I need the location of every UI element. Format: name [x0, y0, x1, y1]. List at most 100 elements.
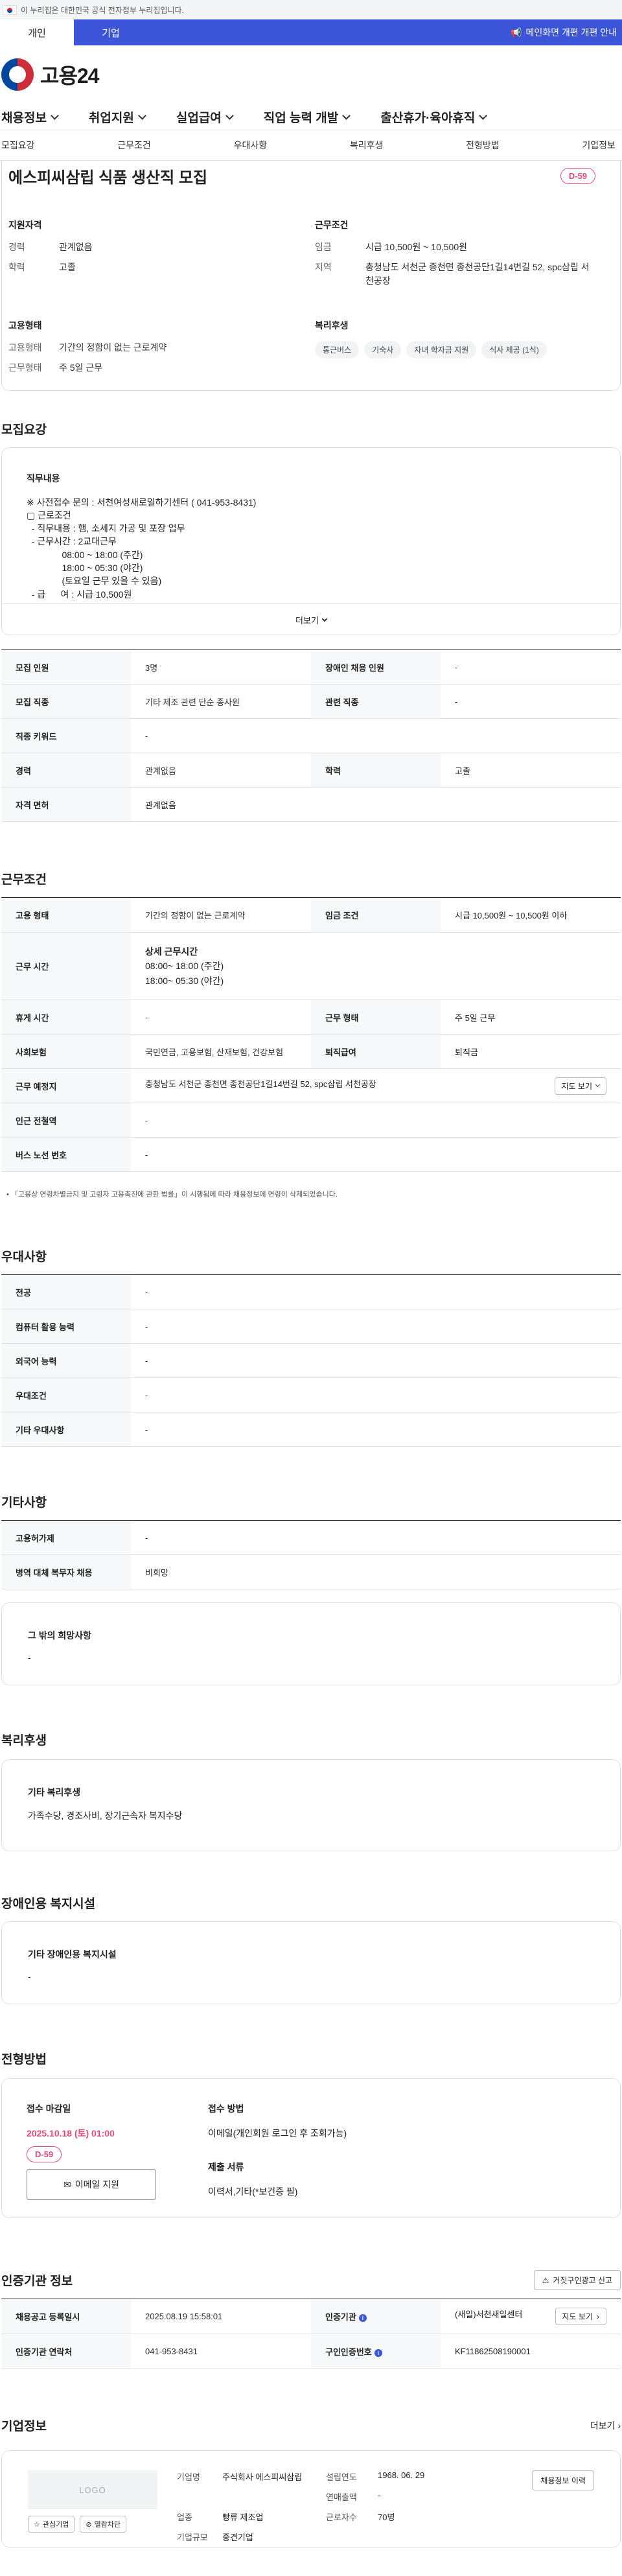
welfare-chip: 식사 제공 (1식)	[481, 341, 547, 358]
star-icon: ☆	[34, 2520, 40, 2529]
cert-header: 인증기관 정보 ⚠ 거짓구인광고 신고	[1, 2270, 621, 2290]
info-icon[interactable]: i	[374, 2349, 382, 2357]
conditions-table: 고용 형태 기간의 정함이 없는 근로계약 임금 조건 시급 10,500원 ~ 1…	[1, 897, 621, 1172]
chevron-down-icon	[342, 111, 351, 120]
table-row: 모집 직종 기타 제조 관련 단순 종사원 관련 직종 -	[1, 684, 621, 719]
chevron-right-icon: ›	[617, 2420, 621, 2431]
company-info-grid: 기업명 주식회사 에스피씨삼립 설립연도 1968. 06. 29 연매출액 -…	[177, 2470, 425, 2542]
anchor-tab-company[interactable]: 기업정보	[581, 139, 617, 152]
table-row: 모집 인원 3명 장애인 채용 인원 -	[1, 650, 621, 685]
chevron-down-icon	[479, 111, 488, 120]
renewal-notice-link[interactable]: 📢 메인화면 개편 개편 안내	[511, 19, 622, 45]
dday-badge: D-59	[27, 2146, 62, 2162]
email-apply-button[interactable]: ✉ 이메일 지원	[27, 2169, 156, 2200]
job-description-box: 직무내용 ※ 사전접수 문의 : 서천여성새로일하기센터 ( 041-953-8…	[1, 447, 621, 635]
chevron-right-icon: ›	[597, 2312, 599, 2321]
chevron-down-icon	[595, 1082, 601, 1087]
table-row: 직종 키워드 -	[1, 718, 621, 753]
etc-table: 고용허가제 - 병역 대체 복무자 채용 비희망	[1, 1520, 621, 1589]
main-navigation: 채용정보 취업지원 실업급여 직업 능력 개발 출산휴가·육아휴직	[0, 104, 622, 130]
tab-company[interactable]: 기업	[74, 19, 148, 45]
company-name: 주식회사 에스피씨삼립	[222, 2472, 303, 2482]
table-row: 병역 대체 복무자 채용 비희망	[1, 1554, 621, 1589]
government-emblem-icon	[1, 58, 34, 91]
gnb-item-job-info[interactable]: 채용정보	[1, 108, 59, 126]
map-view-button[interactable]: 지도 보기	[554, 1077, 606, 1095]
table-row: 인근 전철역 -	[1, 1103, 621, 1138]
section-title-etc: 기타사항	[1, 1496, 47, 1510]
welfare-block: 복리후생 통근버스 기숙사 자녀 학자금 지원 식사 제공 (1식)	[315, 319, 595, 381]
section-title-welfare: 복리후생	[1, 1734, 47, 1748]
block-icon: ⊘	[86, 2520, 92, 2529]
logo-text: 고용24	[40, 64, 99, 88]
gnb-item-job-support[interactable]: 취업지원	[89, 108, 146, 126]
table-row: 사회보험 국민연금, 고용보험, 산재보험, 건강보험 퇴직급여 퇴직금	[1, 1034, 621, 1069]
job-summary-card: 에스피씨삼립 식품 생산직 모집 D-59 지원자격 경력 관계없음 학력 고졸 근…	[1, 161, 621, 391]
employment-block: 고용형태 고용형태 기간의 정함이 없는 근로계약 근무형태 주 5일 근무	[8, 319, 289, 381]
recruit-info-table: 모집 인원 3명 장애인 채용 인원 - 모집 직종 기타 제조 관련 단순 종사원 …	[1, 650, 621, 822]
process-box: 접수 마감일 2025.10.18 (토) 01:00 D-59 ✉ 이메일 지…	[1, 2078, 621, 2218]
table-row: 채용공고 등록일시 2025.08.19 15:58:01 인증기관 i (새일)서…	[1, 2299, 621, 2334]
chevron-down-icon	[321, 616, 328, 622]
table-row: 근무 시간 상세 근무시간 08:00~ 18:00 (주간) 18:00~ 0…	[1, 932, 621, 1000]
preference-table: 전공 - 컴퓨터 활용 능력 - 외국어 능력 - 우대조건 - 기타 우대사항 -	[1, 1274, 621, 1447]
report-fake-ad-button[interactable]: ⚠ 거짓구인광고 신고	[533, 2270, 621, 2290]
table-row: 근무 예정지 충청남도 서천군 종천면 종천공단1길14번길 52, spc삼립…	[1, 1068, 621, 1103]
section-title-conditions: 근무조건	[1, 873, 47, 887]
job-history-button[interactable]: 채용정보 이력	[532, 2470, 594, 2490]
tab-personal[interactable]: 개인	[0, 19, 74, 45]
anchor-tab-recruit[interactable]: 모집요강	[0, 139, 36, 152]
company-more-link[interactable]: 더보기 ›	[590, 2419, 621, 2432]
table-row: 휴게 시간 - 근무 형태 주 5일 근무	[1, 1000, 621, 1035]
anchor-tab-conditions[interactable]: 근무조건	[116, 139, 152, 152]
section-title-disabled: 장애인용 복지시설	[1, 1897, 96, 1911]
welfare-chip: 통근버스	[315, 341, 360, 358]
favorite-company-button[interactable]: ☆ 관심기업	[28, 2516, 75, 2533]
gnb-item-parental-leave[interactable]: 출산휴가·육아휴직	[380, 108, 488, 126]
age-discrimination-note: • 「고용상 연령차별금지 및 고령자 고용촉진에 관한 법률」이 시행됨에 따…	[6, 1191, 338, 1199]
other-wishes-box: 그 밖의 희망사항 -	[1, 1602, 621, 1685]
megaphone-icon: 📢	[511, 27, 522, 38]
dday-badge: D-59	[560, 168, 595, 184]
job-title: 에스피씨삼립 식품 생산직 모집	[8, 169, 208, 187]
korea-flag-icon	[3, 5, 17, 15]
section-title-recruit: 모집요강	[1, 423, 47, 437]
anchor-tab-welfare[interactable]: 복리후생	[349, 139, 385, 152]
more-button[interactable]: 더보기	[2, 603, 620, 635]
user-type-tabs: 개인 기업 📢 메인화면 개편 개편 안내	[0, 19, 622, 45]
table-row: 우대조건 -	[1, 1377, 621, 1412]
table-row: 고용 형태 기간의 정함이 없는 근로계약 임금 조건 시급 10,500원 ~ 1…	[1, 897, 621, 933]
agency-map-button[interactable]: 지도 보기 ›	[555, 2308, 606, 2325]
company-header: 기업정보 더보기 ›	[1, 2417, 621, 2434]
report-icon: ⚠	[542, 2275, 549, 2285]
info-icon[interactable]: i	[358, 2314, 367, 2322]
table-row: 인증기관 연락처 041-953-8431 구인인증번호 i KF118625081…	[1, 2334, 621, 2369]
wage-value: 시급 10,500원 ~ 10,500원	[365, 242, 468, 252]
chevron-down-icon	[51, 111, 59, 120]
gnb-item-skills[interactable]: 직업 능력 개발	[264, 108, 351, 126]
welfare-value: 가족수당, 경조사비, 장기근속자 복지수당	[28, 1810, 183, 1821]
table-row: 고용허가제 -	[1, 1520, 621, 1555]
table-row: 버스 노선 번호 -	[1, 1137, 621, 1172]
method-block: 접수 방법 이메일(개인회원 로그인 후 조회가능) 제출 서류 이력서,기타(…	[208, 2103, 347, 2197]
career-value: 관계없음	[59, 242, 93, 252]
chevron-down-icon	[225, 111, 234, 120]
table-row: 기타 우대사항 -	[1, 1412, 621, 1447]
block-view-button[interactable]: ⊘ 열람차단	[80, 2516, 127, 2533]
work-location-value: 충청남도 서천군 종천면 종천공단1길14번길 52, spc삼립 서천공장	[145, 1079, 376, 1089]
anchor-tab-process[interactable]: 전형방법	[465, 139, 501, 152]
welfare-chip: 기숙사	[364, 341, 402, 358]
section-anchor-tabs: 모집요강 근무조건 우대사항 복리후생 전형방법 기업정보	[0, 130, 622, 161]
gov-banner-text: 이 누리집은 대한민국 공식 전자정부 누리집입니다.	[21, 5, 184, 15]
employment-type-value: 기간의 정함이 없는 근로계약	[59, 342, 167, 353]
disabled-facility-box: 기타 장애인용 복지시설 -	[1, 1921, 621, 2004]
mail-icon: ✉	[63, 2179, 71, 2190]
region-value: 충청남도 서천군 종천면 종천공단1길14번길 52, spc삼립 서천공장	[365, 262, 590, 286]
site-logo[interactable]: 고용24	[0, 45, 622, 104]
qualification-block: 지원자격 경력 관계없음 학력 고졸	[8, 218, 289, 294]
anchor-tab-preference[interactable]: 우대사항	[233, 139, 269, 152]
gnb-item-unemployment[interactable]: 실업급여	[176, 108, 234, 126]
deadline-block: 접수 마감일 2025.10.18 (토) 01:00 D-59 ✉ 이메일 지…	[27, 2102, 208, 2200]
table-row: 컴퓨터 활용 능력 -	[1, 1309, 621, 1344]
section-title-preference: 우대사항	[1, 1250, 47, 1264]
